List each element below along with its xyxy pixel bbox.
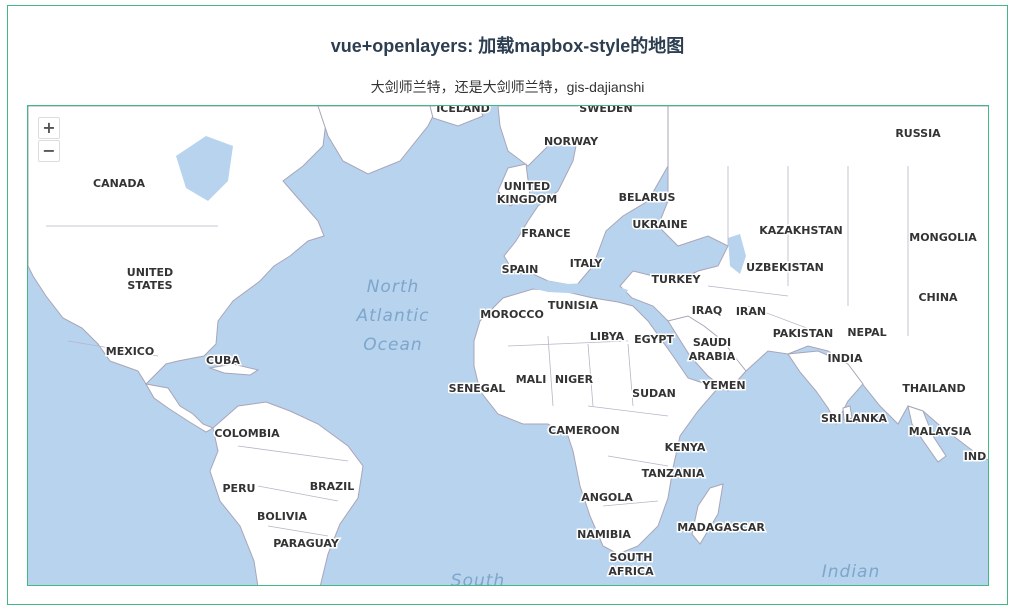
country-label: SAUDI xyxy=(693,336,731,349)
country-label: TURKEY xyxy=(652,273,702,286)
country-label: MALI xyxy=(516,373,547,386)
country-label: MADAGASCAR xyxy=(677,521,765,534)
country-label: SUDAN xyxy=(632,387,676,400)
country-label: TUNISIA xyxy=(548,299,599,312)
country-label: NIGER xyxy=(555,373,594,386)
ocean-label-ocean: Ocean xyxy=(363,335,422,355)
country-label: AFRICA xyxy=(608,565,654,578)
country-label: CHINA xyxy=(918,291,958,304)
country-label: MALAYSIA xyxy=(909,425,972,438)
country-label: NORWAY xyxy=(544,135,599,148)
zoom-out-button[interactable]: − xyxy=(38,140,60,162)
country-label: MONGOLIA xyxy=(909,231,977,244)
country-label: UNITED xyxy=(504,180,550,193)
country-label: IRAN xyxy=(736,305,766,318)
country-label: SRI LANKA xyxy=(821,412,888,425)
country-label: BRAZIL xyxy=(310,480,354,493)
ocean-label-south: South xyxy=(451,571,505,586)
country-label: LIBYA xyxy=(590,330,625,343)
zoom-control: + − xyxy=(36,115,62,164)
country-label: UZBEKISTAN xyxy=(746,261,824,274)
country-label: IND xyxy=(964,450,986,463)
country-label: FRANCE xyxy=(521,227,570,240)
country-label: SOUTH xyxy=(610,551,653,564)
country-label: INDIA xyxy=(827,352,863,365)
country-label: ANGOLA xyxy=(581,491,633,504)
country-label: UNITED xyxy=(127,266,173,279)
country-label: MOROCCO xyxy=(480,308,544,321)
country-label: CUBA xyxy=(206,354,240,367)
country-label: KINGDOM xyxy=(497,193,557,206)
country-label: PARAGUAY xyxy=(273,537,340,550)
page-title: vue+openlayers: 加载mapbox-style的地图 xyxy=(330,36,685,56)
country-label: IRAQ xyxy=(692,304,722,317)
map-canvas[interactable]: North Atlantic Ocean South Indian ICELAN… xyxy=(28,106,989,586)
land-greenland xyxy=(317,106,439,175)
ocean-label-atlantic: Atlantic xyxy=(356,306,430,326)
country-label: ICELAND xyxy=(436,106,490,115)
country-label: NAMIBIA xyxy=(577,528,631,541)
country-label: UKRAINE xyxy=(632,218,687,231)
country-label: ARABIA xyxy=(689,350,736,363)
country-label: STATES xyxy=(127,279,172,292)
country-label: KAZAKHSTAN xyxy=(759,224,843,237)
country-label: THAILAND xyxy=(902,382,965,395)
page-subtitle: 大剑师兰特，还是大剑师兰特，gis-dajianshi xyxy=(370,79,645,95)
country-label: SENEGAL xyxy=(449,382,506,395)
country-label: EGYPT xyxy=(634,333,674,346)
country-label: RUSSIA xyxy=(895,127,941,140)
country-label: ITALY xyxy=(570,257,604,270)
map-viewport[interactable]: North Atlantic Ocean South Indian ICELAN… xyxy=(27,105,989,586)
country-label: BOLIVIA xyxy=(257,510,307,523)
ocean-label-north: North xyxy=(367,277,420,297)
country-label: CAMEROON xyxy=(548,424,619,437)
land-north-america xyxy=(28,106,329,385)
country-label: NEPAL xyxy=(847,326,886,339)
ocean-label-indian: Indian xyxy=(822,562,881,582)
zoom-in-button[interactable]: + xyxy=(38,117,60,139)
country-label: MEXICO xyxy=(106,345,154,358)
country-label: YEMEN xyxy=(701,379,745,392)
country-label: CANADA xyxy=(93,177,145,190)
country-label: KENYA xyxy=(665,441,706,454)
country-label: SWEDEN xyxy=(579,106,632,115)
country-label: COLOMBIA xyxy=(214,427,280,440)
country-label: TANZANIA xyxy=(642,467,705,480)
country-label: BELARUS xyxy=(619,191,676,204)
country-label: PERU xyxy=(223,482,256,495)
country-label: SPAIN xyxy=(502,263,539,276)
country-label: PAKISTAN xyxy=(773,327,833,340)
